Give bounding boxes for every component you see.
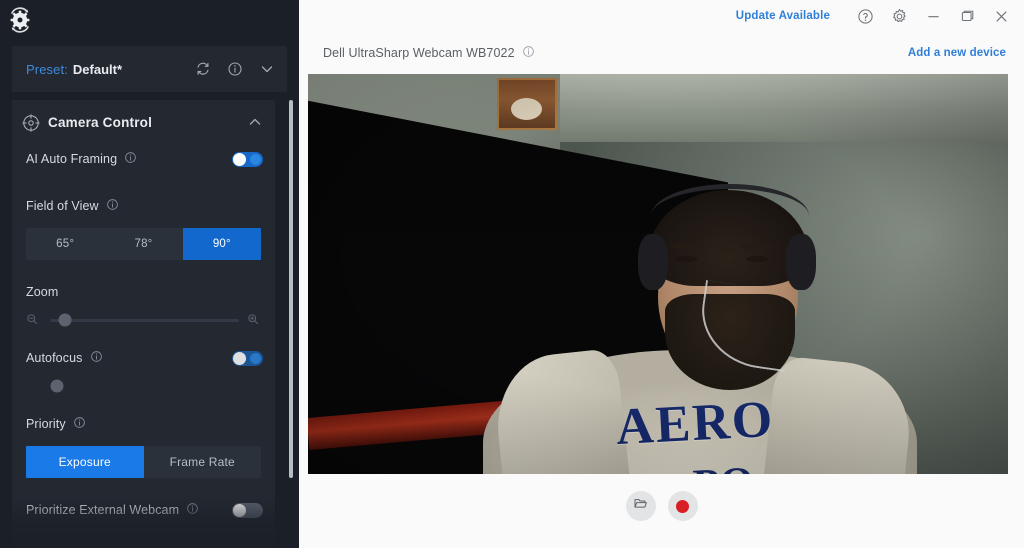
zoom-label: Zoom xyxy=(26,285,59,299)
prioritize-external-webcam-toggle[interactable] xyxy=(232,502,263,518)
camera-preview-feed: AERO PO xyxy=(308,74,1008,474)
video-controls xyxy=(299,486,1024,526)
info-icon[interactable] xyxy=(73,416,89,432)
gear-icon[interactable] xyxy=(882,1,916,31)
priority-label-group: Priority xyxy=(26,416,89,432)
main-area: Update Available Dell UltraSharp Webcam … xyxy=(299,0,1024,548)
preset-actions xyxy=(195,61,275,77)
update-available-link[interactable]: Update Available xyxy=(736,10,830,22)
ai-auto-framing-label: AI Auto Framing xyxy=(26,152,118,166)
priority-options: Exposure Frame Rate xyxy=(26,446,261,478)
focus-slider-handle[interactable] xyxy=(50,379,64,393)
device-name-group: Dell UltraSharp Webcam WB7022 xyxy=(323,45,538,61)
folder-icon xyxy=(633,496,648,516)
camera-control-header[interactable]: Camera Control xyxy=(12,100,275,144)
field-of-view-label-group: Field of View xyxy=(26,198,122,214)
autofocus-label: Autofocus xyxy=(26,351,83,365)
preset-label: Preset: xyxy=(26,61,68,77)
minimize-icon[interactable] xyxy=(916,1,950,31)
add-new-device-link[interactable]: Add a new device xyxy=(908,47,1006,59)
fov-option-78[interactable]: 78° xyxy=(104,228,182,260)
camera-control-card: Camera Control AI Auto Framing Field of … xyxy=(12,100,275,548)
device-bar: Dell UltraSharp Webcam WB7022 Add a new … xyxy=(299,32,1024,66)
info-icon[interactable] xyxy=(124,151,140,167)
snapshot-folder-button[interactable] xyxy=(625,491,656,521)
zoom-slider-row xyxy=(12,307,275,333)
preset-row[interactable]: Preset: Default* xyxy=(12,46,287,92)
record-icon xyxy=(676,499,689,513)
window-titlebar: Update Available xyxy=(299,0,1024,32)
zoom-slider-handle[interactable] xyxy=(58,313,72,327)
chevron-down-icon[interactable] xyxy=(259,61,275,77)
windows-hello-row[interactable]: Windows Hello xyxy=(12,542,275,548)
ai-auto-framing-label-group: AI Auto Framing xyxy=(26,151,140,167)
help-circle-icon[interactable] xyxy=(848,1,882,31)
focus-slider-row xyxy=(12,373,275,399)
info-icon[interactable] xyxy=(522,45,538,61)
camera-control-title: Camera Control xyxy=(48,114,153,130)
preset-value: Default* xyxy=(72,61,123,77)
autofocus-label-group: Autofocus xyxy=(26,350,106,366)
sidebar-scrollbar[interactable] xyxy=(289,96,293,536)
priority-option-frame-rate[interactable]: Frame Rate xyxy=(144,446,262,478)
ai-auto-framing-toggle[interactable] xyxy=(232,151,263,167)
autofocus-row: Autofocus xyxy=(12,343,275,373)
app-window: Preset: Default* Camera Control AI Auto … xyxy=(0,0,1024,548)
field-of-view-options: 65° 78° 90° xyxy=(26,228,261,260)
sidebar: Preset: Default* Camera Control AI Auto … xyxy=(0,0,299,548)
gear-sync-icon xyxy=(4,4,36,36)
fov-option-65[interactable]: 65° xyxy=(26,228,104,260)
settings-scroll-area[interactable]: Camera Control AI Auto Framing Field of … xyxy=(12,100,287,548)
priority-option-exposure[interactable]: Exposure xyxy=(26,446,144,478)
info-icon[interactable] xyxy=(90,350,106,366)
field-of-view-row: Field of View xyxy=(12,191,275,221)
chevron-up-icon[interactable] xyxy=(247,114,263,130)
info-icon[interactable] xyxy=(227,61,243,77)
info-icon[interactable] xyxy=(106,198,122,214)
ai-auto-framing-row: AI Auto Framing xyxy=(12,144,275,174)
field-of-view-label: Field of View xyxy=(26,199,99,213)
zoom-out-icon[interactable] xyxy=(26,312,42,328)
sidebar-scrollbar-thumb[interactable] xyxy=(289,100,293,478)
priority-label: Priority xyxy=(26,417,66,431)
scene-vignette xyxy=(308,74,1008,474)
camera-preview[interactable]: AERO PO xyxy=(308,74,1008,474)
maximize-icon[interactable] xyxy=(950,1,984,31)
reset-icon[interactable] xyxy=(195,61,211,77)
focus-target-icon xyxy=(22,114,40,132)
priority-row: Priority xyxy=(12,409,275,439)
device-name: Dell UltraSharp Webcam WB7022 xyxy=(323,46,515,60)
app-logo-bar xyxy=(0,0,299,40)
info-icon[interactable] xyxy=(186,502,202,518)
autofocus-toggle[interactable] xyxy=(232,350,263,366)
fov-option-90[interactable]: 90° xyxy=(182,228,261,260)
prioritize-external-webcam-row: Prioritize External Webcam xyxy=(12,495,275,525)
close-icon[interactable] xyxy=(984,1,1018,31)
prioritize-external-webcam-label-group: Prioritize External Webcam xyxy=(26,502,202,518)
zoom-in-icon[interactable] xyxy=(247,312,263,328)
zoom-slider[interactable] xyxy=(50,313,239,327)
record-button[interactable] xyxy=(667,491,698,521)
prioritize-external-webcam-label: Prioritize External Webcam xyxy=(26,503,180,517)
zoom-row: Zoom xyxy=(12,277,275,307)
focus-slider[interactable] xyxy=(48,379,263,393)
